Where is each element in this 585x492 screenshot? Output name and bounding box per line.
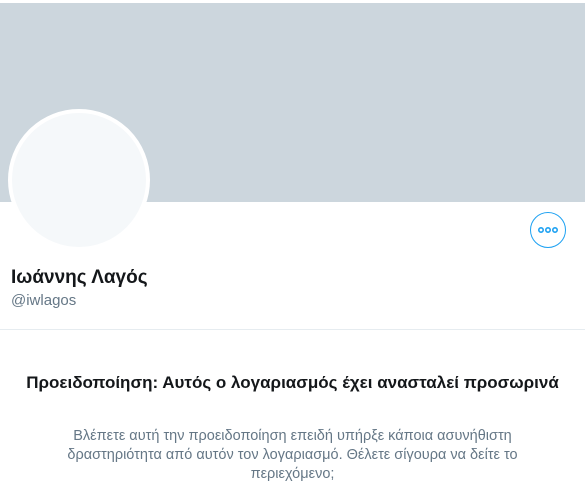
warning-title: Προειδοποίηση: Αυτός ο λογαριασμός έχει … (26, 373, 559, 392)
warning-message: Βλέπετε αυτή την προειδοποίηση επειδή υπ… (67, 428, 518, 482)
divider (0, 329, 585, 330)
avatar[interactable] (8, 109, 150, 251)
display-name: Ιωάννης Λαγός (11, 267, 148, 288)
more-options-button[interactable] (530, 212, 566, 248)
user-handle: @iwlagos (11, 292, 77, 309)
profile-page: Ιωάννης Λαγός @iwlagos Προειδοποίηση: Αυ… (0, 0, 585, 492)
more-horizontal-icon (536, 218, 560, 242)
